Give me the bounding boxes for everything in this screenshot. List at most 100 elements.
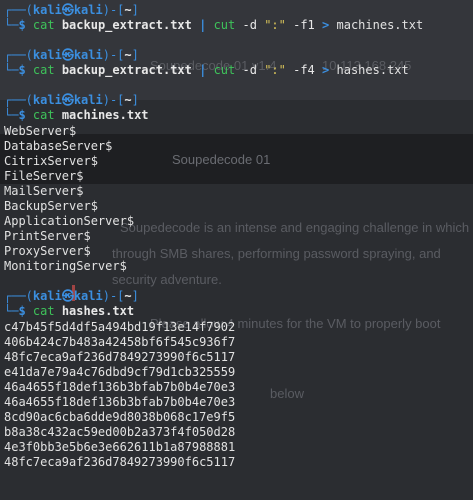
prompt-cwd: ~ [124, 48, 132, 62]
machine-output-line-text: FileServer$ [4, 169, 84, 183]
prompt-host: kali [73, 93, 103, 107]
prompt-header: ┌──(kali㉿kali)-[~] [4, 48, 139, 63]
prompt-dollar: $ [18, 108, 33, 122]
machine-output-line-text: MonitoringServer$ [4, 259, 127, 273]
machine-output-line: ApplicationServer$ [4, 214, 134, 229]
hash-output-line-text: 46a4655f18def136b3bfab7b0b4e70e3 [4, 395, 236, 409]
machine-output-line-text: WebServer$ [4, 124, 77, 138]
command-token: -d [242, 18, 257, 32]
command-token: -f1 [293, 18, 315, 32]
machine-output-line-text: ProxyServer$ [4, 244, 91, 258]
prompt-bracket-open: ┌──( [4, 48, 33, 62]
hash-output-line-text: 406b424c7b483a42458bf6f545c936f7 [4, 335, 236, 349]
command-token: backup_extract.txt [61, 18, 192, 32]
prompt-at-icon: ㉿ [61, 93, 74, 107]
command-token: cat [32, 63, 55, 77]
prompt-bracket-close: ] [131, 289, 139, 303]
hash-output-line: 4e3f0bb3e5b6e3e662611b1a87988881 [4, 440, 235, 455]
machine-output-line: CitrixServer$ [4, 154, 98, 169]
command-token: cat [32, 18, 55, 32]
command-line: └─$ cat machines.txt [4, 108, 149, 123]
hash-output-line: e41da7e79a4c76dbd9cf79d1cb325559 [4, 365, 235, 380]
prompt-header: ┌──(kali㉿kali)-[~] [4, 93, 139, 108]
command-token: hashes.txt [336, 63, 409, 77]
hash-output-line-text: c47b45f5d4df5a494bd19f13e14f7902 [4, 320, 236, 334]
hash-output-line: 46a4655f18def136b3bfab7b0b4e70e3 [4, 395, 235, 410]
prompt-header: ┌──(kali㉿kali)-[~] [4, 3, 139, 18]
command-token: -d [242, 63, 257, 77]
command-token: ":" [264, 18, 286, 32]
machine-output-line-text: BackupServer$ [4, 199, 98, 213]
prompt-host: kali [73, 289, 103, 303]
hash-output-line: 46a4655f18def136b3bfab7b0b4e70e3 [4, 380, 235, 395]
prompt-bracket-mid: )-[ [102, 93, 125, 107]
prompt-user: kali [32, 93, 62, 107]
command-token: hashes.txt [61, 304, 135, 318]
prompt-bracket-mid: )-[ [102, 289, 125, 303]
machine-output-line-text: PrintServer$ [4, 229, 91, 243]
command-token: > [322, 18, 330, 32]
prompt-corner: └─ [4, 304, 19, 318]
hash-output-line: 406b424c7b483a42458bf6f545c936f7 [4, 335, 235, 350]
prompt-dollar: $ [18, 63, 33, 77]
command-token: cut [213, 63, 236, 77]
command-line: └─$ cat hashes.txt [4, 304, 134, 319]
hash-output-line-text: 4e3f0bb3e5b6e3e662611b1a87988881 [4, 440, 236, 454]
hash-output-line-text: 8cd90ac6cba6dde9d8038b068c17e9f5 [4, 410, 236, 424]
command-line: └─$ cat backup_extract.txt | cut -d ":" … [4, 63, 409, 78]
prompt-header: ┌──(kali㉿kali)-[~] [4, 289, 139, 304]
prompt-bracket-open: ┌──( [4, 289, 33, 303]
prompt-user: kali [32, 48, 62, 62]
prompt-at-icon: ㉿ [61, 48, 74, 62]
prompt-host: kali [73, 3, 103, 17]
machine-output-line: PrintServer$ [4, 229, 91, 244]
hash-output-line-text: 46a4655f18def136b3bfab7b0b4e70e3 [4, 380, 236, 394]
prompt-bracket-open: ┌──( [4, 3, 33, 17]
prompt-bracket-mid: )-[ [102, 3, 125, 17]
prompt-cwd: ~ [124, 289, 132, 303]
prompt-bracket-close: ] [131, 48, 139, 62]
machine-output-line: FileServer$ [4, 169, 83, 184]
command-token: machines.txt [336, 18, 424, 32]
prompt-user: kali [32, 3, 62, 17]
machine-output-line-text: CitrixServer$ [4, 154, 98, 168]
prompt-corner: └─ [4, 108, 19, 122]
hash-output-line-text: e41da7e79a4c76dbd9cf79d1cb325559 [4, 365, 236, 379]
hash-output-line: 8cd90ac6cba6dde9d8038b068c17e9f5 [4, 410, 235, 425]
command-line: └─$ cat backup_extract.txt | cut -d ":" … [4, 18, 423, 33]
command-token: cat [32, 304, 55, 318]
prompt-cwd: ~ [124, 3, 132, 17]
hash-output-line: 48fc7eca9af236d7849273990f6c5117 [4, 455, 235, 470]
hash-output-line: c47b45f5d4df5a494bd19f13e14f7902 [4, 320, 235, 335]
machine-output-line: BackupServer$ [4, 199, 98, 214]
machine-output-line: ProxyServer$ [4, 244, 91, 259]
machine-output-line-text: DatabaseServer$ [4, 139, 113, 153]
hash-output-line: b8a38c432ac59ed00b2a373f4f050d28 [4, 425, 235, 440]
terminal-window[interactable]: ┌──(kali㉿kali)-[~] └─$ cat backup_extract… [0, 0, 473, 500]
prompt-user: kali [32, 289, 62, 303]
machine-output-line: DatabaseServer$ [4, 139, 112, 154]
prompt-at-icon: ㉿ [61, 3, 74, 17]
hash-output-line: 48fc7eca9af236d7849273990f6c5117 [4, 350, 235, 365]
prompt-host: kali [73, 48, 103, 62]
prompt-cwd: ~ [124, 93, 132, 107]
command-token: | [199, 63, 207, 77]
machine-output-line: WebServer$ [4, 124, 76, 139]
prompt-bracket-close: ] [131, 3, 139, 17]
machine-output-line-text: MailServer$ [4, 184, 84, 198]
command-token: cat [32, 108, 55, 122]
machine-output-line: MonitoringServer$ [4, 259, 127, 274]
prompt-corner: └─ [4, 63, 19, 77]
prompt-dollar: $ [18, 304, 33, 318]
command-token: backup_extract.txt [61, 63, 192, 77]
prompt-corner: └─ [4, 18, 19, 32]
prompt-dollar: $ [18, 18, 33, 32]
prompt-bracket-close: ] [131, 93, 139, 107]
hash-output-line-text: 48fc7eca9af236d7849273990f6c5117 [4, 455, 236, 469]
machine-output-line-text: ApplicationServer$ [4, 214, 135, 228]
prompt-bracket-mid: )-[ [102, 48, 125, 62]
prompt-at-icon: ㉿ [61, 289, 74, 303]
hash-output-line-text: 48fc7eca9af236d7849273990f6c5117 [4, 350, 236, 364]
hash-output-line-text: b8a38c432ac59ed00b2a373f4f050d28 [4, 425, 236, 439]
command-token: | [199, 18, 207, 32]
